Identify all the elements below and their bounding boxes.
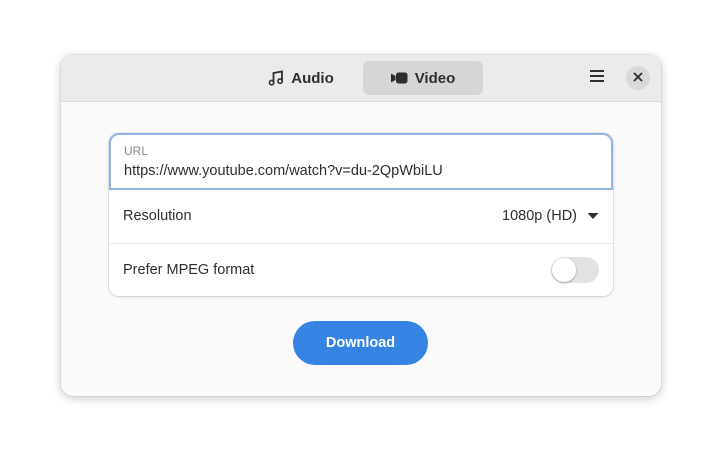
url-input[interactable] — [122, 161, 596, 181]
chevron-down-icon — [587, 212, 599, 220]
app-window: Audio Video URL https://www.youtube.com/… — [61, 55, 661, 396]
prefer-mpeg-row: Prefer MPEG format — [109, 243, 613, 297]
switch-knob — [552, 258, 576, 282]
resolution-label: Resolution — [123, 208, 192, 224]
url-label: URL — [124, 144, 149, 158]
main-menu-button[interactable] — [583, 65, 611, 91]
tab-video-label: Video — [414, 69, 456, 87]
prefer-mpeg-switch[interactable] — [551, 257, 599, 283]
url-entry-row[interactable]: URL — [109, 133, 613, 190]
video-camera-icon — [390, 71, 408, 85]
resolution-selected-value: 1080p (HD) — [502, 208, 577, 224]
download-button[interactable]: Download — [293, 321, 428, 365]
header-bar: Audio Video — [61, 55, 661, 102]
music-note-icon — [268, 70, 284, 86]
tab-audio-label: Audio — [291, 69, 334, 87]
tab-audio[interactable]: Audio — [241, 61, 361, 95]
tab-video[interactable]: Video — [363, 61, 483, 95]
hamburger-menu-icon — [589, 69, 605, 88]
options-card: URL Resolution 1080p (HD) Prefer MPEG fo… — [109, 133, 613, 296]
resolution-dropdown[interactable]: 1080p (HD) — [502, 208, 599, 224]
close-button[interactable] — [626, 66, 650, 90]
resolution-row[interactable]: Resolution 1080p (HD) — [109, 189, 613, 244]
close-icon — [633, 69, 643, 87]
prefer-mpeg-label: Prefer MPEG format — [123, 262, 255, 278]
